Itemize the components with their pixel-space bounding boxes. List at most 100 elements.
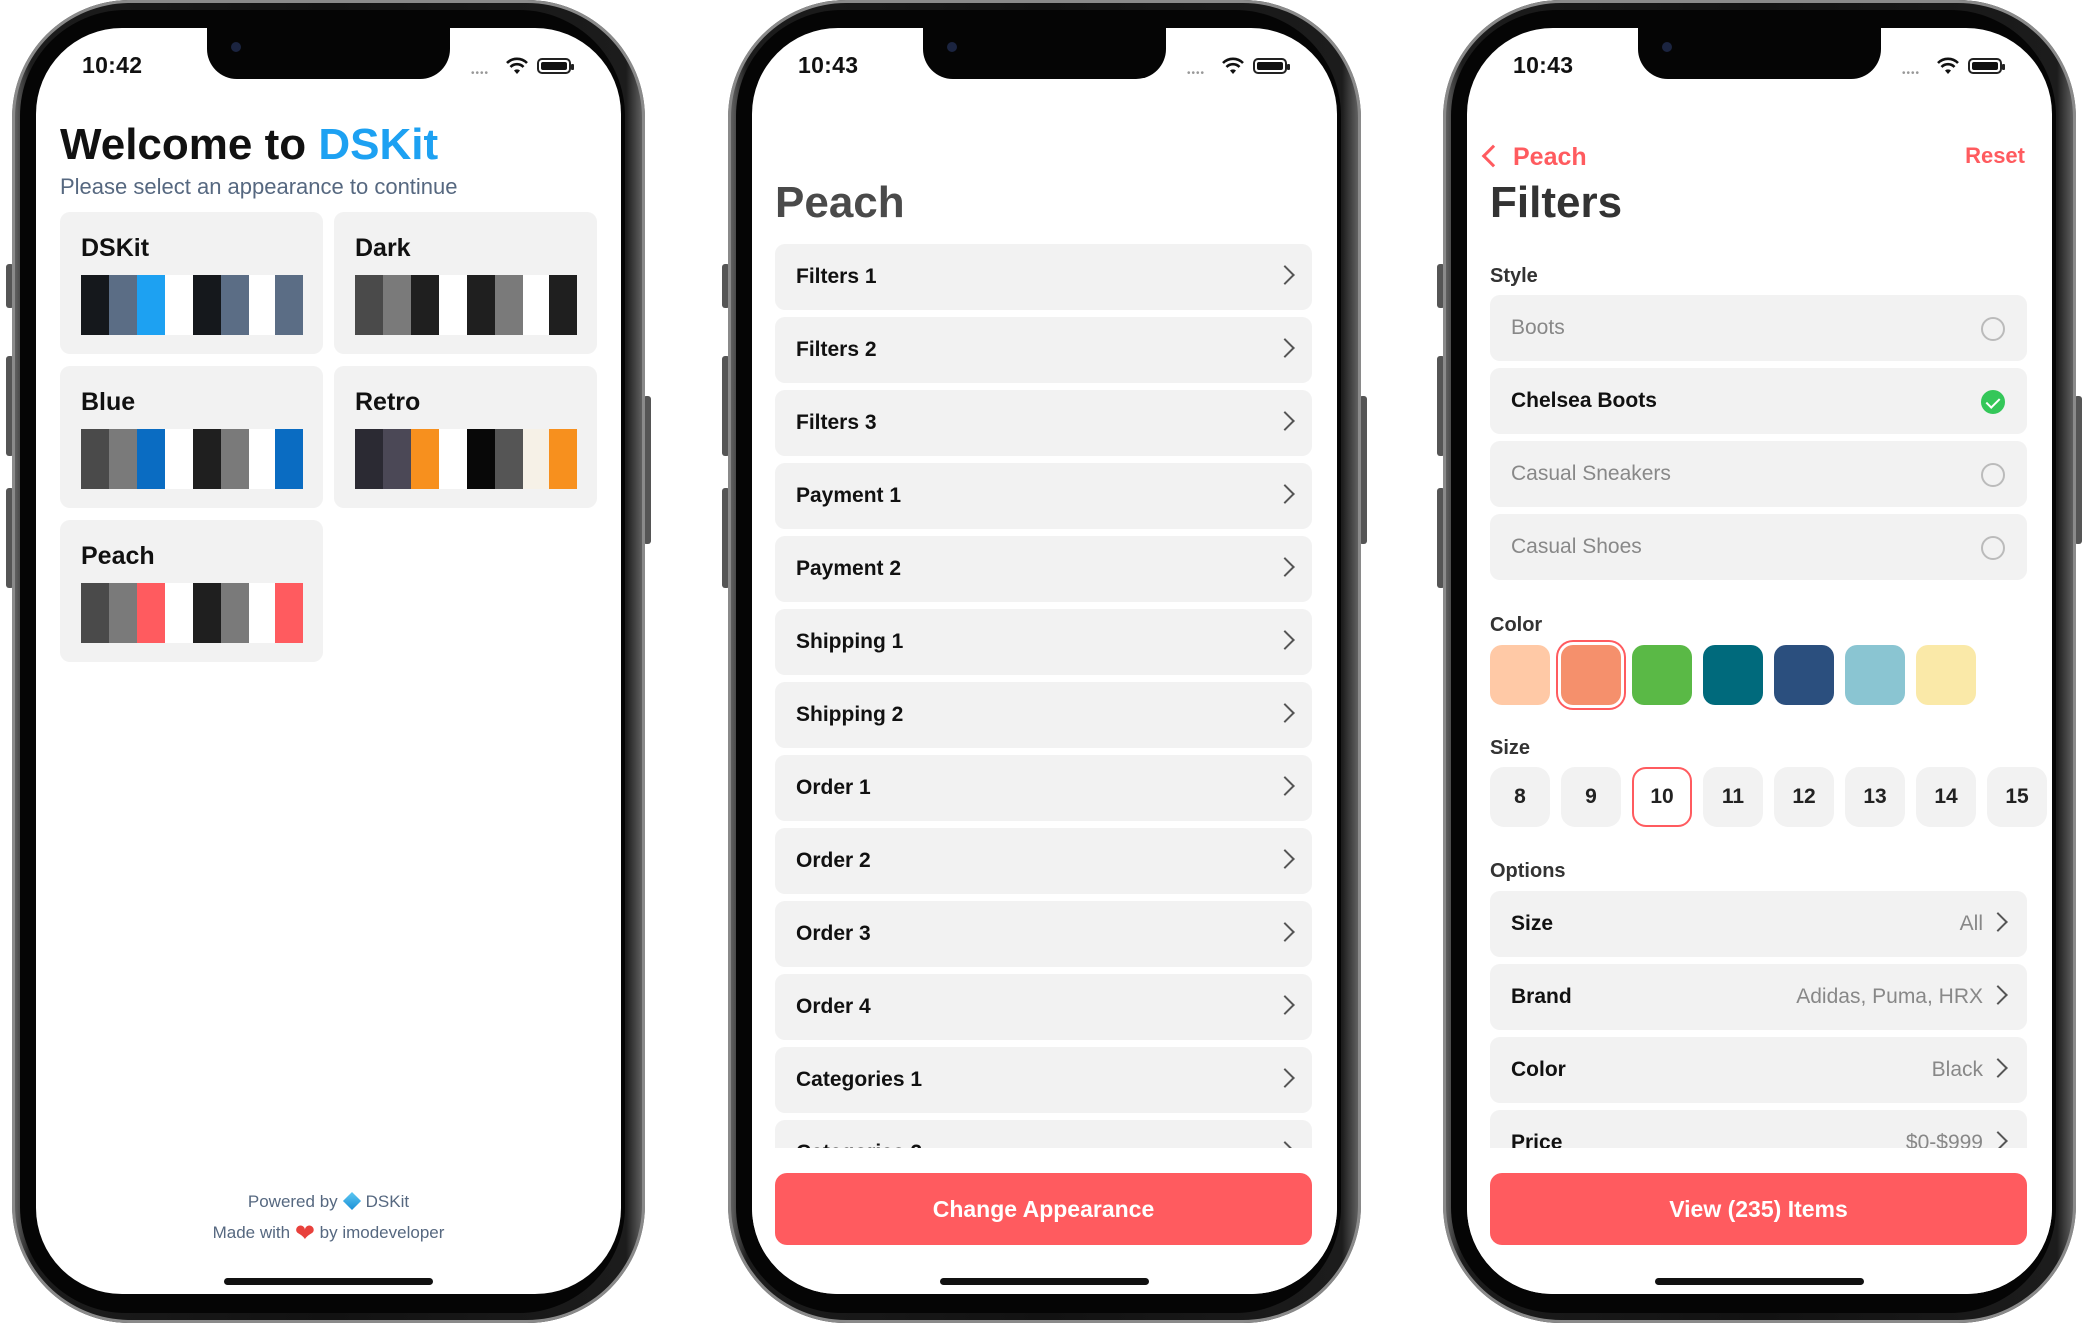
appearance-swatches bbox=[355, 275, 577, 335]
appearance-card-peach[interactable]: Peach bbox=[60, 520, 323, 662]
color-swatch-navy[interactable] bbox=[1774, 645, 1834, 705]
home-indicator[interactable] bbox=[1655, 1278, 1864, 1285]
welcome-prefix: Welcome to bbox=[60, 120, 307, 169]
notch bbox=[923, 28, 1166, 79]
appearance-name: Retro bbox=[355, 388, 421, 416]
color-swatch bbox=[165, 583, 193, 643]
color-swatch bbox=[495, 275, 523, 335]
radio-unchecked-icon bbox=[1981, 536, 2005, 560]
chevron-right-icon bbox=[1275, 1068, 1295, 1088]
color-swatch bbox=[439, 275, 467, 335]
list-item-order-4[interactable]: Order 4 bbox=[775, 974, 1312, 1040]
color-swatch bbox=[549, 429, 577, 489]
list-item-payment-1[interactable]: Payment 1 bbox=[775, 463, 1312, 529]
style-option-casual-sneakers[interactable]: Casual Sneakers bbox=[1490, 441, 2027, 507]
option-value: Black bbox=[1931, 1058, 1983, 1081]
page-title: Filters bbox=[1490, 178, 1623, 227]
color-swatch bbox=[383, 275, 411, 335]
home-indicator[interactable] bbox=[940, 1278, 1149, 1285]
color-swatch bbox=[549, 275, 577, 335]
style-option-casual-shoes[interactable]: Casual Shoes bbox=[1490, 514, 2027, 580]
notch bbox=[1638, 28, 1881, 79]
list-item-filters-2[interactable]: Filters 2 bbox=[775, 317, 1312, 383]
phone-peach-list: 10:43 •••• Peach Filters 1 Filters 2 Fil… bbox=[722, 0, 1367, 1323]
options-section-label: Options bbox=[1490, 860, 1566, 882]
view-items-button[interactable]: View (235) Items bbox=[1490, 1173, 2027, 1245]
status-icons: •••• bbox=[471, 54, 581, 79]
list-item-shipping-2[interactable]: Shipping 2 bbox=[775, 682, 1312, 748]
color-swatch bbox=[275, 583, 303, 643]
change-appearance-button[interactable]: Change Appearance bbox=[775, 1173, 1312, 1245]
color-swatch bbox=[411, 429, 439, 489]
status-icons: •••• bbox=[1902, 54, 2012, 79]
chevron-right-icon bbox=[1988, 1058, 2008, 1078]
reset-button[interactable]: Reset bbox=[1965, 143, 2025, 169]
style-option-chelsea-boots[interactable]: Chelsea Boots bbox=[1490, 368, 2027, 434]
size-option-10[interactable]: 10 bbox=[1632, 767, 1692, 827]
list-item-filters-3[interactable]: Filters 3 bbox=[775, 390, 1312, 456]
size-option-14[interactable]: 14 bbox=[1916, 767, 1976, 827]
color-swatch-teal[interactable] bbox=[1703, 645, 1763, 705]
color-swatch-light-blue[interactable] bbox=[1845, 645, 1905, 705]
footer-made-with: Made with ❤ by imodeveloper bbox=[36, 1219, 621, 1248]
color-swatch bbox=[355, 429, 383, 489]
color-swatch-green[interactable] bbox=[1632, 645, 1692, 705]
color-swatch-yellow[interactable] bbox=[1916, 645, 1976, 705]
list-item-order-3[interactable]: Order 3 bbox=[775, 901, 1312, 967]
size-option-12[interactable]: 12 bbox=[1774, 767, 1834, 827]
chevron-right-icon bbox=[1275, 995, 1295, 1015]
list-item-filters-1[interactable]: Filters 1 bbox=[775, 244, 1312, 310]
color-swatch bbox=[81, 583, 109, 643]
size-option-13[interactable]: 13 bbox=[1845, 767, 1905, 827]
size-section-label: Size bbox=[1490, 737, 1531, 759]
appearance-name: Dark bbox=[355, 234, 411, 262]
color-swatch bbox=[249, 275, 277, 335]
list-item-label: Filters 2 bbox=[796, 338, 877, 361]
color-swatch bbox=[275, 429, 303, 489]
phone-filters: 10:43 •••• Peach Reset Filters Style Boo… bbox=[1437, 0, 2082, 1323]
list-item-categories-1[interactable]: Categories 1 bbox=[775, 1047, 1312, 1113]
size-option-8[interactable]: 8 bbox=[1490, 767, 1550, 827]
screen-peach-list: 10:43 •••• Peach Filters 1 Filters 2 Fil… bbox=[752, 28, 1337, 1294]
color-swatch bbox=[467, 429, 495, 489]
appearance-name: DSKit bbox=[81, 234, 150, 262]
list-item-order-1[interactable]: Order 1 bbox=[775, 755, 1312, 821]
appearance-card-retro[interactable]: Retro bbox=[334, 366, 597, 508]
color-swatch-salmon[interactable] bbox=[1561, 645, 1621, 705]
list-item-order-2[interactable]: Order 2 bbox=[775, 828, 1312, 894]
home-indicator[interactable] bbox=[224, 1278, 433, 1285]
radio-unchecked-icon bbox=[1981, 463, 2005, 487]
color-swatch bbox=[411, 275, 439, 335]
color-swatch bbox=[383, 429, 411, 489]
status-time: 10:42 bbox=[82, 52, 143, 78]
size-option-9[interactable]: 9 bbox=[1561, 767, 1621, 827]
chevron-left-icon bbox=[1481, 144, 1505, 168]
color-swatch bbox=[137, 583, 165, 643]
color-swatch bbox=[467, 275, 495, 335]
back-button-label: Peach bbox=[1513, 143, 1587, 171]
appearance-card-blue[interactable]: Blue bbox=[60, 366, 323, 508]
appearance-card-dskit[interactable]: DSKit bbox=[60, 212, 323, 354]
dskit-logo-icon bbox=[342, 1191, 361, 1211]
size-option-15[interactable]: 15 bbox=[1987, 767, 2047, 827]
size-option-11[interactable]: 11 bbox=[1703, 767, 1763, 827]
style-option-boots[interactable]: Boots bbox=[1490, 295, 2027, 361]
color-swatch bbox=[81, 275, 109, 335]
status-icons: •••• bbox=[1187, 54, 1297, 79]
list-item-shipping-1[interactable]: Shipping 1 bbox=[775, 609, 1312, 675]
appearance-card-dark[interactable]: Dark bbox=[334, 212, 597, 354]
color-swatch bbox=[355, 275, 383, 335]
option-row-color[interactable]: Color Black bbox=[1490, 1037, 2027, 1103]
chevron-right-icon bbox=[1275, 630, 1295, 650]
appearance-swatches bbox=[81, 429, 303, 489]
option-row-size[interactable]: Size All bbox=[1490, 891, 2027, 957]
back-button[interactable]: Peach bbox=[1479, 143, 1587, 172]
list-item-label: Order 4 bbox=[796, 995, 871, 1018]
checkmark-circle-icon bbox=[1981, 390, 2005, 414]
option-row-brand[interactable]: Brand Adidas, Puma, HRX bbox=[1490, 964, 2027, 1030]
list-item-payment-2[interactable]: Payment 2 bbox=[775, 536, 1312, 602]
color-swatch-peach-light[interactable] bbox=[1490, 645, 1550, 705]
option-key: Brand bbox=[1511, 985, 1572, 1008]
list-item-label: Order 3 bbox=[796, 922, 871, 945]
appearance-swatches bbox=[81, 275, 303, 335]
